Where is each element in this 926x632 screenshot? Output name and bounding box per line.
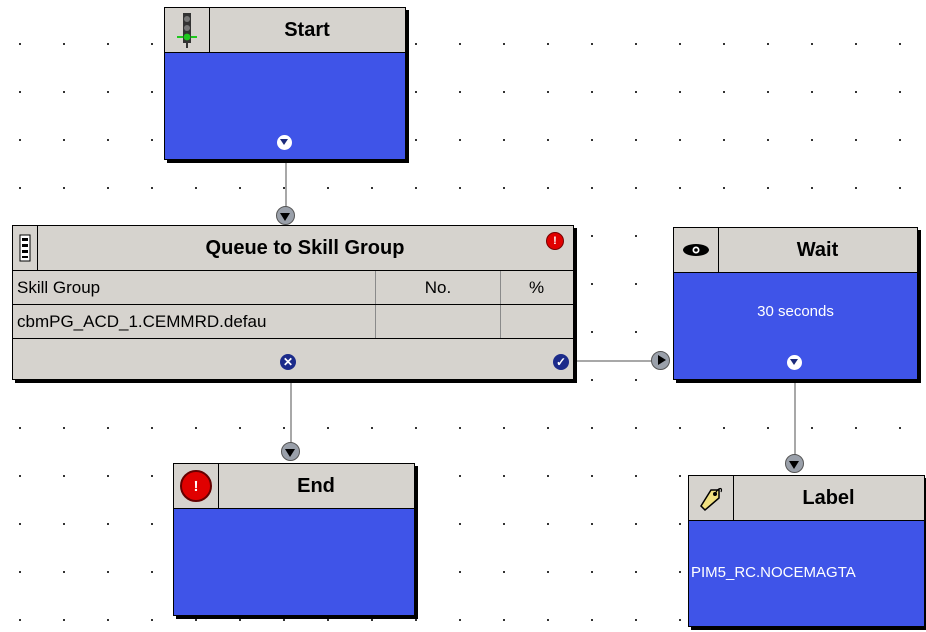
eye-icon	[674, 228, 719, 272]
stop-sign: !	[180, 470, 212, 502]
failure-port-icon[interactable]: ✕	[280, 354, 296, 370]
column-header-number: No.	[376, 271, 501, 304]
skill-group-table: Skill Group No. % cbmPG_ACD_1.CEMMRD.def…	[13, 271, 573, 346]
wire-start-to-queue	[285, 160, 287, 212]
end-input-port[interactable]	[281, 442, 300, 461]
queue-to-skill-group-node[interactable]: Queue to Skill Group ! Skill Group No. %…	[12, 225, 574, 380]
tag-icon	[689, 476, 734, 520]
wire-wait-to-label	[794, 380, 796, 456]
percent-cell[interactable]	[501, 305, 572, 338]
queue-node-title: Queue to Skill Group	[205, 236, 405, 259]
queue-input-port[interactable]	[276, 206, 295, 225]
traffic-light-icon	[165, 8, 210, 52]
label-node-header: Label	[689, 476, 924, 521]
wait-node[interactable]: Wait 30 seconds	[673, 227, 918, 380]
error-icon[interactable]: !	[546, 232, 564, 250]
column-header-percent: %	[528, 277, 545, 297]
queue-node-header: Queue to Skill Group !	[13, 226, 573, 271]
end-node-header: ! End	[174, 464, 414, 509]
label-node-title: Label	[802, 486, 855, 509]
column-header-skill-group: Skill Group	[13, 271, 376, 304]
success-port-icon[interactable]: ✓	[553, 354, 569, 370]
wire-queue-to-end	[290, 380, 292, 444]
start-node-header: Start	[165, 8, 405, 53]
label-input-port[interactable]	[785, 454, 804, 473]
wait-duration: 30 seconds	[757, 303, 834, 320]
label-value: PIM5_RC.NOCEMAGTA	[691, 564, 856, 581]
label-node[interactable]: Label PIM5_RC.NOCEMAGTA	[688, 475, 925, 627]
end-node-title: End	[297, 474, 335, 497]
wait-input-port[interactable]	[651, 351, 670, 370]
start-node[interactable]: Start	[164, 7, 406, 160]
start-output-port[interactable]	[277, 135, 292, 150]
stop-icon: !	[174, 464, 219, 508]
wait-node-header: Wait	[674, 228, 917, 273]
table-header-row: Skill Group No. %	[13, 271, 573, 305]
start-node-title: Start	[284, 18, 330, 41]
end-node[interactable]: ! End	[173, 463, 415, 616]
wire-queue-to-wait	[572, 360, 660, 362]
skill-group-cell[interactable]: cbmPG_ACD_1.CEMMRD.defau	[13, 305, 376, 338]
wait-node-title: Wait	[796, 238, 839, 261]
wait-output-port[interactable]	[787, 355, 802, 370]
table-row[interactable]: cbmPG_ACD_1.CEMMRD.defau	[13, 305, 573, 339]
queue-icon	[13, 226, 38, 270]
number-cell[interactable]	[376, 305, 501, 338]
